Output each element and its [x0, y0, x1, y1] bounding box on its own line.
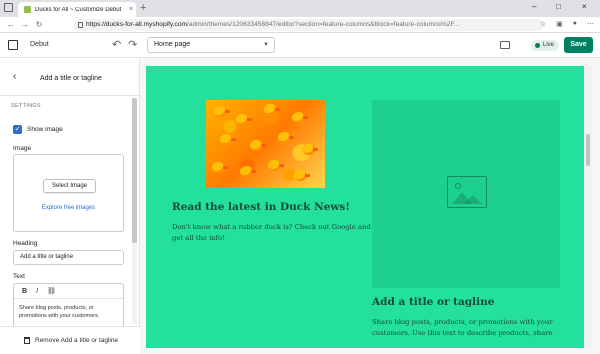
link-icon[interactable]: ⛓ — [47, 287, 56, 295]
address-bar[interactable]: https://ducks-for-all.myshopify.com/admi… — [74, 19, 544, 31]
settings-section-label: SETTINGS — [11, 103, 41, 109]
image-picker: Select Image Explore free images — [13, 154, 124, 232]
placeholder-image-icon — [447, 176, 487, 208]
browser-tab-title: Ducks for All ~ Customize Debut — [35, 6, 122, 13]
page-selector[interactable]: Home page ▼ — [147, 37, 275, 53]
editor-top-bar: Debut ↶ ↷ Home page ▼ Live Save — [0, 33, 600, 58]
close-tab-icon[interactable]: × — [126, 6, 136, 13]
image-label: Image — [13, 145, 32, 152]
desktop-preview-icon[interactable] — [500, 41, 510, 49]
trash-icon — [24, 337, 30, 344]
url-path: /admin/themes/120633458847/editor?sectio… — [187, 21, 460, 28]
back-chevron-icon[interactable]: ‹ — [13, 71, 16, 82]
browser-tab[interactable]: Ducks for All ~ Customize Debut × — [18, 2, 136, 17]
image-placeholder — [372, 100, 560, 288]
column-2-heading: Add a title or tagline — [372, 296, 495, 308]
sidebar-title: Add a title or tagline — [40, 75, 102, 82]
preview-scrollbar[interactable] — [584, 66, 592, 348]
new-tab-button[interactable]: + — [140, 1, 146, 15]
save-button[interactable]: Save — [564, 37, 593, 53]
rubber-ducks-image — [206, 100, 325, 188]
heading-label: Heading — [13, 240, 38, 247]
select-image-button[interactable]: Select Image — [43, 179, 96, 193]
favorites-star-icon[interactable]: ☆ — [540, 20, 546, 28]
preview-scrollbar-thumb[interactable] — [586, 134, 590, 166]
settings-sidebar: ‹ Add a title or tagline SETTINGS ✓ Show… — [0, 58, 140, 354]
window-close-icon[interactable]: × — [582, 2, 587, 11]
remove-block-label: Remove Add a title or tagline — [35, 337, 119, 344]
column-1-heading: Read the latest in Duck News! — [172, 201, 350, 213]
rte-toolbar: B I ⛓ — [14, 284, 123, 299]
more-menu-icon[interactable]: ⋯ — [587, 20, 594, 28]
lock-icon — [78, 22, 83, 28]
page-selector-value: Home page — [154, 41, 191, 48]
collections-icon[interactable]: ▣ — [556, 20, 563, 28]
forward-arrow-icon[interactable]: → — [18, 20, 32, 29]
undo-icon[interactable]: ↶ — [112, 38, 121, 51]
show-image-label: Show image — [27, 126, 63, 133]
status-text: Live — [543, 42, 555, 48]
explore-free-images-link[interactable]: Explore free images — [14, 205, 123, 211]
text-label: Text — [13, 273, 25, 280]
italic-button[interactable]: I — [36, 288, 38, 295]
show-image-checkbox[interactable]: ✓ — [13, 125, 22, 134]
column-2-text: Share blog posts, products, or promotion… — [372, 318, 553, 337]
url-host: https://ducks-for-all.myshopify.com — [86, 21, 188, 28]
live-dot-icon — [535, 43, 540, 48]
remove-block-button[interactable]: Remove Add a title or tagline — [0, 326, 140, 354]
sidebar-header: ‹ Add a title or tagline — [0, 58, 140, 96]
store-preview: Read the latest in Duck News! Don't know… — [146, 66, 586, 348]
column-1-text: Don't know what a rubber duck is? Check … — [172, 223, 371, 242]
minimize-icon[interactable]: – — [532, 2, 536, 11]
sidebar-scrollbar[interactable] — [132, 98, 137, 324]
refresh-icon[interactable]: ↻ — [32, 20, 46, 29]
profile-icon[interactable]: ● — [573, 20, 577, 28]
sidebar-scrollbar-thumb[interactable] — [132, 98, 137, 243]
browser-tab-strip: Ducks for All ~ Customize Debut × + – □ … — [0, 0, 600, 17]
theme-name: Debut — [30, 41, 49, 48]
text-editor[interactable]: B I ⛓ Share blog posts, products, or pro… — [13, 283, 124, 327]
status-badge: Live — [531, 40, 560, 51]
tab-actions-icon[interactable] — [4, 3, 13, 12]
back-arrow-icon[interactable]: ← — [4, 20, 18, 29]
maximize-icon[interactable]: □ — [556, 2, 561, 11]
chevron-down-icon: ▼ — [263, 42, 269, 48]
shopify-favicon-icon — [24, 6, 31, 13]
heading-input[interactable]: Add a title or tagline — [13, 250, 124, 265]
text-editor-content[interactable]: Share blog posts, products, or promotion… — [14, 299, 123, 325]
redo-icon[interactable]: ↷ — [128, 38, 137, 51]
bold-button[interactable]: B — [22, 288, 27, 295]
exit-editor-icon[interactable] — [8, 40, 18, 50]
browser-nav-bar: ← → ↻ https://ducks-for-all.myshopify.co… — [0, 17, 600, 33]
